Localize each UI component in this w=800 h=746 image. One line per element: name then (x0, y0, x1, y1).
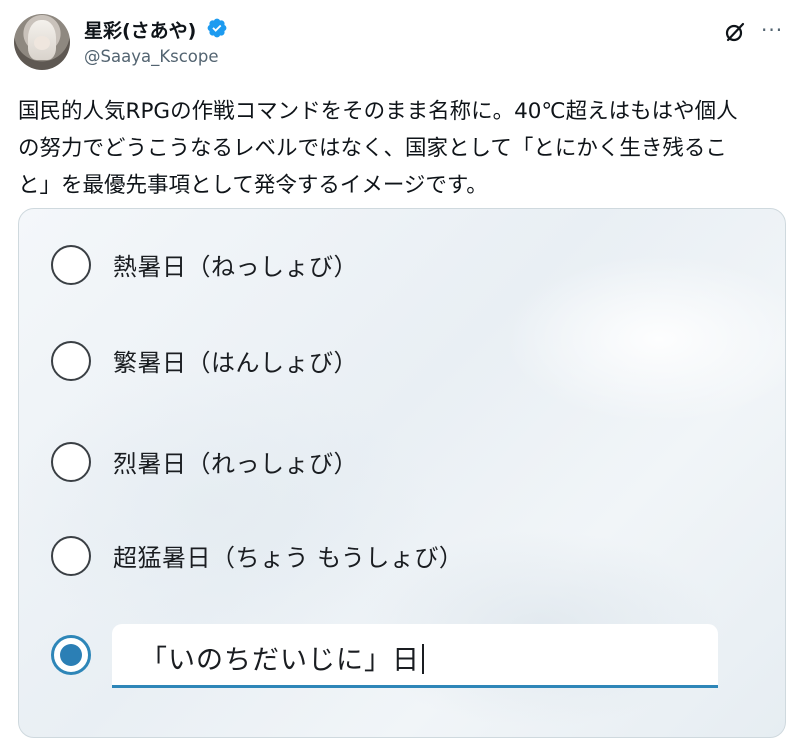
radio-button[interactable] (51, 442, 91, 482)
verified-badge-icon (207, 18, 227, 38)
handle[interactable]: @Saaya_Kscope (84, 47, 219, 66)
option-label: 烈暑日（れっしょび） (113, 450, 358, 478)
custom-option-value: 「いのちだいじに」日 (140, 645, 420, 676)
option-label: 超猛暑日（ちょう もうしょび） (113, 544, 464, 572)
display-name[interactable]: 星彩(さあや) (84, 16, 196, 43)
radio-button-selected[interactable] (51, 635, 91, 675)
text-caret (422, 644, 424, 674)
option-row[interactable]: 超猛暑日（ちょう もうしょび） (19, 524, 785, 584)
grok-icon[interactable] (723, 20, 747, 44)
radio-button[interactable] (51, 245, 91, 285)
custom-option-input[interactable]: 「いのちだいじに」日 (112, 624, 718, 688)
tweet-text-line: と」を最優先事項として発令するイメージです。 (18, 173, 488, 198)
tweet-text-line: の努力でどうこうなるレベルではなく、国家として「とにかく生き残るこ (18, 136, 727, 161)
option-label: 繁暑日（はんしょび） (113, 349, 358, 377)
tweet-text: 国民的人気RPGの作戦コマンドをそのまま名称に。40℃超えはもはや個人 の努力で… (18, 93, 788, 204)
media-card[interactable]: 熱暑日（ねっしょび） 繁暑日（はんしょび） 烈暑日（れっしょび） 超猛暑日（ちょ… (18, 208, 786, 738)
option-row[interactable]: 繁暑日（はんしょび） (19, 329, 785, 389)
option-row[interactable]: 烈暑日（れっしょび） (19, 430, 785, 490)
more-icon[interactable]: ··· (761, 18, 785, 42)
option-row[interactable]: 熱暑日（ねっしょび） (19, 233, 785, 293)
option-label: 熱暑日（ねっしょび） (113, 253, 358, 281)
avatar[interactable] (14, 14, 70, 70)
radio-button[interactable] (51, 536, 91, 576)
tweet-text-line: 国民的人気RPGの作戦コマンドをそのまま名称に。40℃超えはもはや個人 (18, 99, 738, 124)
radio-button[interactable] (51, 341, 91, 381)
tweet-header: 星彩(さあや) @Saaya_Kscope ··· (0, 0, 800, 80)
